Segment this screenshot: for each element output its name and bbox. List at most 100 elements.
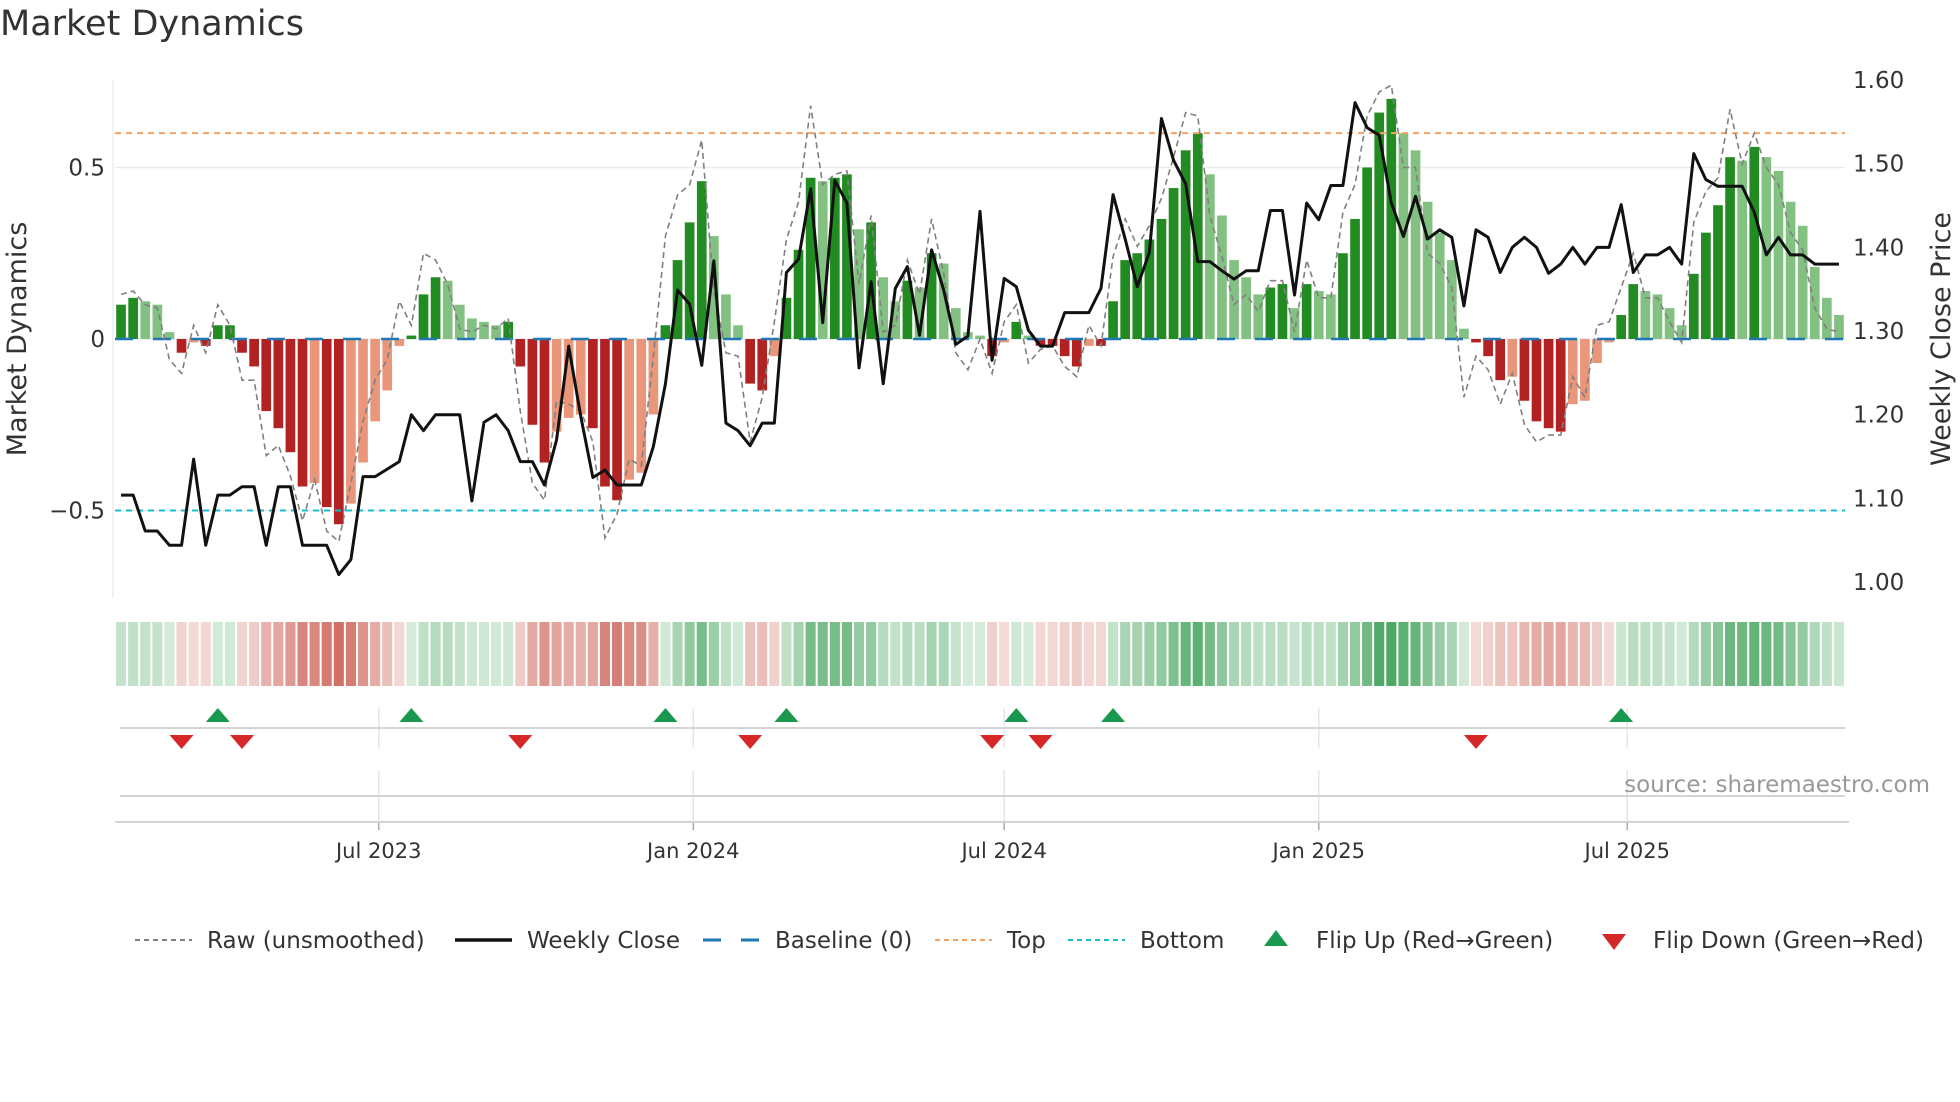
heatmap-cell bbox=[224, 622, 235, 686]
right-tick-label: 1.20 bbox=[1853, 403, 1904, 429]
heatmap-cell bbox=[1712, 622, 1724, 686]
heatmap-cell bbox=[660, 622, 671, 686]
momentum-bar bbox=[1459, 328, 1469, 339]
heatmap-cell bbox=[1047, 622, 1058, 686]
x-tick-label: Jan 2024 bbox=[645, 839, 740, 863]
momentum-bar bbox=[249, 339, 259, 367]
legend-label-flip_down: Flip Down (Green→Red) bbox=[1653, 928, 1924, 954]
heatmap-cell bbox=[1362, 622, 1373, 686]
heatmap-cell bbox=[1265, 622, 1276, 686]
heatmap-cell bbox=[587, 622, 598, 686]
momentum-bar bbox=[1120, 260, 1131, 339]
momentum-bar bbox=[1350, 218, 1360, 339]
momentum-bar bbox=[1507, 339, 1518, 377]
heatmap-cell bbox=[406, 622, 417, 686]
heatmap-cell bbox=[612, 622, 623, 686]
momentum-bar bbox=[1652, 294, 1663, 339]
x-tick-label: Jul 2024 bbox=[959, 839, 1046, 863]
heatmap-cell bbox=[950, 622, 961, 686]
heatmap-cell bbox=[236, 622, 248, 686]
momentum-bar bbox=[333, 339, 344, 525]
flip-down-marker bbox=[169, 735, 194, 749]
heatmap-cell bbox=[140, 622, 151, 686]
momentum-bar bbox=[1628, 284, 1639, 339]
heatmap-cell bbox=[321, 622, 332, 686]
heatmap-cell bbox=[200, 622, 211, 686]
heatmap-cell bbox=[1071, 622, 1082, 686]
heatmap-cell bbox=[1700, 622, 1711, 686]
legend-label-flip_up: Flip Up (Red→Green) bbox=[1316, 928, 1553, 954]
heatmap-cell bbox=[1555, 622, 1566, 686]
heatmap-cell bbox=[152, 622, 163, 686]
legend: Raw (unsmoothed) Weekly Close Baseline (0)… bbox=[135, 928, 1924, 954]
heatmap-cell bbox=[1374, 622, 1385, 686]
momentum-bar bbox=[539, 339, 550, 463]
momentum-bar bbox=[636, 339, 647, 473]
momentum-bar bbox=[1108, 301, 1118, 339]
right-tick-label: 1.60 bbox=[1853, 68, 1904, 94]
heatmap-cell bbox=[1458, 622, 1469, 686]
heatmap-cell bbox=[866, 622, 877, 686]
heatmap-cell bbox=[757, 622, 768, 686]
right-axis-label: Weekly Close Price bbox=[1926, 212, 1957, 466]
momentum-bar bbox=[1495, 339, 1506, 381]
heatmap-cell bbox=[745, 622, 756, 686]
momentum-bar bbox=[1616, 314, 1627, 339]
momentum-heatmap-strip bbox=[116, 622, 1844, 686]
heatmap-cell bbox=[539, 622, 550, 686]
heatmap-cell bbox=[1035, 622, 1046, 686]
momentum-bar bbox=[1253, 294, 1264, 339]
heatmap-cell bbox=[1204, 622, 1215, 686]
heatmap-cell bbox=[309, 622, 320, 686]
momentum-bar bbox=[212, 325, 223, 339]
heatmap-cell bbox=[817, 622, 828, 686]
momentum-bar bbox=[406, 335, 417, 339]
momentum-bar bbox=[1059, 339, 1070, 357]
momentum-bar bbox=[430, 277, 441, 339]
momentum-bar bbox=[1822, 297, 1832, 339]
momentum-bar bbox=[624, 339, 634, 480]
momentum-bar bbox=[1301, 284, 1312, 339]
flip-up-marker bbox=[399, 708, 424, 722]
momentum-bar bbox=[1217, 215, 1227, 339]
momentum-bar bbox=[1229, 260, 1239, 339]
heatmap-cell bbox=[974, 622, 986, 686]
heatmap-cell bbox=[1470, 622, 1482, 686]
heatmap-cell bbox=[1059, 622, 1070, 686]
heatmap-cell bbox=[466, 622, 477, 686]
heatmap-cell bbox=[575, 622, 586, 686]
heatmap-cell bbox=[442, 622, 453, 686]
right-tick-label: 1.00 bbox=[1853, 570, 1904, 596]
heatmap-cell bbox=[1229, 622, 1240, 686]
heatmap-cell bbox=[1749, 622, 1760, 686]
momentum-bar bbox=[116, 304, 126, 339]
momentum-bar bbox=[1543, 339, 1554, 429]
heatmap-cell bbox=[1495, 622, 1506, 686]
momentum-bar bbox=[1326, 294, 1336, 339]
heatmap-cell bbox=[249, 622, 260, 686]
heatmap-cell bbox=[1446, 622, 1457, 686]
momentum-bar bbox=[176, 339, 187, 353]
heatmap-cell bbox=[926, 622, 937, 686]
heatmap-cell bbox=[793, 622, 804, 686]
momentum-bar bbox=[1749, 146, 1760, 339]
heatmap-cell bbox=[370, 622, 381, 686]
heatmap-cell bbox=[999, 622, 1010, 686]
momentum-bar bbox=[660, 325, 671, 339]
heatmap-cell bbox=[1398, 622, 1409, 686]
heatmap-cell bbox=[684, 622, 695, 686]
heatmap-cell bbox=[285, 622, 296, 686]
flip-down-marker bbox=[1028, 735, 1053, 749]
heatmap-cell bbox=[176, 622, 187, 686]
heatmap-cell bbox=[878, 622, 889, 686]
heatmap-cell bbox=[357, 622, 369, 686]
momentum-bar bbox=[527, 339, 538, 425]
heatmap-cell bbox=[914, 622, 925, 686]
market-dynamics-chart: 0.5 0 −0.5 1.00 1.10 1.20 1.30 1.40 1.50 1.60 Mark… bbox=[2, 68, 1957, 954]
heatmap-cell bbox=[781, 622, 792, 686]
heatmap-cell bbox=[1253, 622, 1264, 686]
heatmap-cell bbox=[1761, 622, 1772, 686]
flip-down-marker bbox=[738, 735, 763, 749]
heatmap-cell bbox=[1785, 622, 1796, 686]
legend-flip-down-swatch bbox=[1602, 934, 1626, 950]
